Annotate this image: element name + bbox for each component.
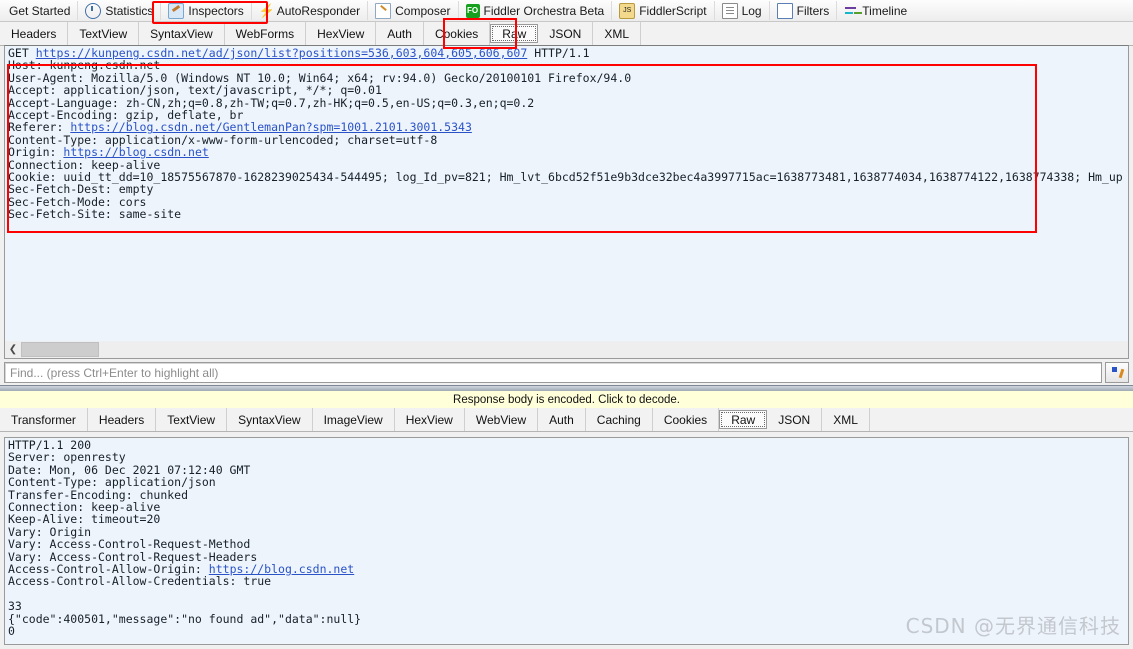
toolbar-item-statistics[interactable]: Statistics bbox=[78, 1, 162, 20]
tab-response-hexview[interactable]: HexView bbox=[395, 408, 465, 431]
request-raw-text: GET https://kunpeng.csdn.net/ad/json/lis… bbox=[5, 46, 1128, 221]
response-chunk-terminator: 0 bbox=[8, 624, 15, 639]
tab-label: Headers bbox=[98, 412, 145, 427]
tab-response-headers[interactable]: Headers bbox=[88, 408, 157, 431]
find-highlight-button[interactable] bbox=[1105, 362, 1129, 383]
tab-request-textview[interactable]: TextView bbox=[68, 22, 140, 45]
tab-label: Auth bbox=[387, 26, 412, 41]
tab-request-hexview[interactable]: HexView bbox=[306, 22, 377, 45]
toolbar-label: Statistics bbox=[105, 3, 154, 18]
inspectors-icon bbox=[168, 2, 185, 19]
toolbar-item-get-started[interactable]: Get Started bbox=[2, 1, 79, 20]
tab-response-auth[interactable]: Auth bbox=[538, 408, 586, 431]
toolbar-item-autoresponder[interactable]: ⚡ AutoResponder bbox=[252, 1, 369, 20]
tab-response-webview[interactable]: WebView bbox=[465, 408, 539, 431]
tab-label: SyntaxView bbox=[238, 412, 301, 427]
toolbar-item-fiddlerscript[interactable]: JS FiddlerScript bbox=[612, 1, 715, 20]
tab-label: WebForms bbox=[235, 26, 295, 41]
response-body-json: {"code":400501,"message":"no found ad","… bbox=[8, 611, 362, 626]
toolbar-label: Get Started bbox=[9, 3, 71, 18]
tab-label: XML bbox=[604, 26, 630, 41]
toolbar-label: FiddlerScript bbox=[639, 3, 707, 18]
toolbar-item-timeline[interactable]: Timeline bbox=[837, 1, 914, 20]
tab-label: Transformer bbox=[11, 412, 76, 427]
tab-label: HexView bbox=[317, 26, 365, 41]
request-http-version: HTTP/1.1 bbox=[527, 46, 590, 60]
find-input[interactable]: Find... (press Ctrl+Enter to highlight a… bbox=[4, 362, 1102, 383]
toolbar-label: AutoResponder bbox=[276, 3, 361, 18]
tab-response-cookies[interactable]: Cookies bbox=[653, 408, 720, 431]
toolbar-item-composer[interactable]: Composer bbox=[368, 1, 459, 20]
tab-request-xml[interactable]: XML bbox=[593, 22, 642, 45]
toolbar-label: Fiddler Orchestra Beta bbox=[483, 3, 605, 18]
tab-label: SyntaxView bbox=[150, 26, 213, 41]
tab-label: TextView bbox=[167, 412, 216, 427]
tab-label: ImageView bbox=[323, 412, 383, 427]
tab-label: JSON bbox=[778, 412, 811, 427]
tab-response-json[interactable]: JSON bbox=[767, 408, 823, 431]
tab-label: Cookies bbox=[663, 412, 708, 427]
composer-icon bbox=[375, 2, 392, 19]
main-toolbar: Get Started Statistics Inspectors ⚡ Auto… bbox=[0, 0, 1133, 22]
request-inspector-tabstrip: Headers TextView SyntaxView WebForms Hex… bbox=[0, 22, 1133, 46]
tab-label: JSON bbox=[549, 26, 582, 41]
toolbar-label: Log bbox=[741, 3, 762, 18]
toolbar-label: Filters bbox=[796, 3, 830, 18]
tab-label: HexView bbox=[405, 412, 453, 427]
request-raw-pane[interactable]: GET https://kunpeng.csdn.net/ad/json/lis… bbox=[4, 45, 1129, 342]
tab-label: Auth bbox=[549, 412, 574, 427]
tab-label: XML bbox=[833, 412, 858, 427]
toolbar-item-inspectors[interactable]: Inspectors bbox=[161, 1, 252, 20]
fiddler-orchestra-icon: FO bbox=[465, 3, 480, 18]
tab-request-json[interactable]: JSON bbox=[538, 22, 594, 45]
tab-request-webforms[interactable]: WebForms bbox=[225, 22, 307, 45]
filters-icon bbox=[776, 2, 793, 19]
tabstrip-filler bbox=[641, 22, 1133, 45]
tab-response-transformer[interactable]: Transformer bbox=[0, 408, 88, 431]
request-horizontal-scrollbar[interactable]: ❮ bbox=[4, 341, 1129, 359]
request-header-cookie: Cookie: uuid_tt_dd=10_18575567870-162823… bbox=[8, 170, 1123, 185]
tab-response-syntaxview[interactable]: SyntaxView bbox=[227, 408, 313, 431]
request-header-sec-fetch-site: Sec-Fetch-Site: same-site bbox=[8, 207, 182, 222]
log-icon bbox=[721, 2, 738, 19]
tab-label: TextView bbox=[79, 26, 128, 41]
tab-response-raw[interactable]: Raw bbox=[719, 410, 768, 429]
tab-label: Raw bbox=[502, 26, 527, 41]
tab-label: Caching bbox=[596, 412, 641, 427]
timeline-icon bbox=[844, 4, 858, 18]
response-header-acac: Access-Control-Allow-Credentials: true bbox=[8, 574, 272, 589]
toolbar-item-log[interactable]: Log bbox=[715, 1, 770, 20]
tab-request-raw[interactable]: Raw bbox=[490, 24, 539, 43]
tab-label: Cookies bbox=[434, 26, 479, 41]
stats-icon bbox=[85, 2, 102, 19]
toolbar-item-fiddler-orchestra[interactable]: FO Fiddler Orchestra Beta bbox=[459, 1, 613, 20]
tab-label: Headers bbox=[11, 26, 57, 41]
toolbar-label: Inspectors bbox=[188, 3, 244, 18]
response-raw-text: HTTP/1.1 200 Server: openresty Date: Mon… bbox=[5, 438, 1128, 638]
find-highlight-icon bbox=[1111, 367, 1123, 378]
tab-request-syntaxview[interactable]: SyntaxView bbox=[139, 22, 225, 45]
scroll-left-arrow-icon[interactable]: ❮ bbox=[5, 342, 21, 357]
tab-request-headers[interactable]: Headers bbox=[0, 22, 69, 45]
fiddlerscript-icon: JS bbox=[619, 2, 636, 19]
csdn-watermark: CSDN @无界通信科技 bbox=[905, 614, 1121, 638]
tab-request-cookies[interactable]: Cookies bbox=[424, 22, 491, 45]
response-decode-notice[interactable]: Response body is encoded. Click to decod… bbox=[0, 391, 1133, 409]
tab-response-xml[interactable]: XML bbox=[822, 408, 870, 431]
tab-label: WebView bbox=[475, 412, 527, 427]
tab-request-auth[interactable]: Auth bbox=[376, 22, 424, 45]
bolt-icon: ⚡ bbox=[258, 2, 275, 18]
scrollbar-thumb[interactable] bbox=[21, 342, 99, 357]
tabstrip-filler bbox=[870, 408, 1133, 431]
tab-label: Raw bbox=[731, 412, 756, 427]
tab-response-textview[interactable]: TextView bbox=[156, 408, 228, 431]
toolbar-item-filters[interactable]: Filters bbox=[770, 1, 838, 20]
toolbar-label: Composer bbox=[395, 3, 451, 18]
request-find-bar: Find... (press Ctrl+Enter to highlight a… bbox=[4, 362, 1129, 383]
tab-response-caching[interactable]: Caching bbox=[586, 408, 653, 431]
response-inspector-tabstrip: Transformer Headers TextView SyntaxView … bbox=[0, 408, 1133, 432]
toolbar-label: Timeline bbox=[862, 3, 908, 18]
tab-response-imageview[interactable]: ImageView bbox=[313, 408, 395, 431]
